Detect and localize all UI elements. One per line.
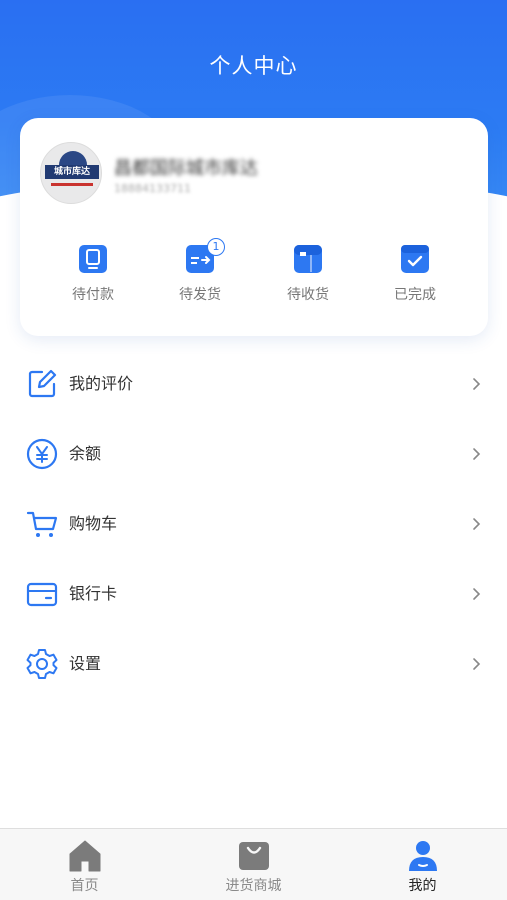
menu-label: 设置 [69, 654, 102, 673]
order-label: 待收货 [287, 287, 329, 303]
order-label: 已完成 [394, 287, 436, 303]
package-box-icon [293, 244, 323, 274]
yen-icon [26, 438, 58, 470]
menu-list: 我的评价 余额 购物车 银行卡 设置 [0, 349, 507, 699]
order-completed[interactable]: 已完成 [375, 242, 455, 312]
chevron-right-icon [469, 586, 483, 602]
avatar[interactable]: 城市库达 [40, 142, 102, 204]
order-pending-payment[interactable]: 待付款 [53, 242, 133, 312]
menu-label: 银行卡 [69, 584, 118, 603]
profile-page: 个人中心 城市库达 昌都国际城市库达 18884133711 待付款 1 待发货… [0, 0, 507, 900]
menu-label: 余额 [69, 444, 102, 463]
tab-label: 我的 [408, 878, 437, 894]
shopping-bag-icon [237, 839, 271, 873]
profile-card: 城市库达 昌都国际城市库达 18884133711 待付款 1 待发货 待收货 … [20, 118, 488, 336]
gear-icon [26, 648, 58, 680]
tab-home[interactable]: 首页 [0, 829, 169, 900]
tab-bar: 首页 进货商城 我的 [0, 828, 507, 900]
profile-phone: 18884133711 [114, 182, 191, 195]
chevron-right-icon [469, 446, 483, 462]
chevron-right-icon [469, 376, 483, 392]
menu-label: 我的评价 [69, 374, 134, 393]
chevron-right-icon [469, 516, 483, 532]
user-icon [406, 839, 440, 873]
page-title: 个人中心 [209, 54, 298, 78]
wallet-icon [78, 244, 108, 274]
order-pending-shipment[interactable]: 1 待发货 [160, 238, 240, 312]
menu-item-bank-card[interactable]: 银行卡 [0, 559, 507, 629]
check-box-icon [400, 244, 430, 274]
tab-label: 进货商城 [225, 878, 282, 894]
avatar-logo-arc [59, 151, 87, 165]
avatar-logo-stripe [51, 183, 93, 186]
shipping-card-icon: 1 [185, 238, 225, 274]
order-badge: 1 [207, 238, 225, 256]
menu-item-balance[interactable]: 余额 [0, 419, 507, 489]
menu-item-settings[interactable]: 设置 [0, 629, 507, 699]
tab-shop[interactable]: 进货商城 [169, 829, 338, 900]
menu-item-cart[interactable]: 购物车 [0, 489, 507, 559]
home-icon [68, 839, 102, 873]
avatar-logo-text: 城市库达 [53, 167, 90, 177]
bank-card-icon [26, 578, 58, 610]
tab-mine[interactable]: 我的 [338, 829, 507, 900]
order-label: 待付款 [72, 287, 114, 303]
order-status-row: 待付款 1 待发货 待收货 已完成 [20, 238, 488, 312]
edit-icon [26, 368, 58, 400]
menu-label: 购物车 [69, 514, 118, 533]
menu-item-reviews[interactable]: 我的评价 [0, 349, 507, 419]
cart-icon [26, 508, 58, 540]
profile-name: 昌都国际城市库达 [114, 158, 258, 179]
tab-label: 首页 [70, 878, 99, 894]
order-label: 待发货 [179, 287, 221, 303]
chevron-right-icon [469, 656, 483, 672]
order-pending-receipt[interactable]: 待收货 [268, 242, 348, 312]
